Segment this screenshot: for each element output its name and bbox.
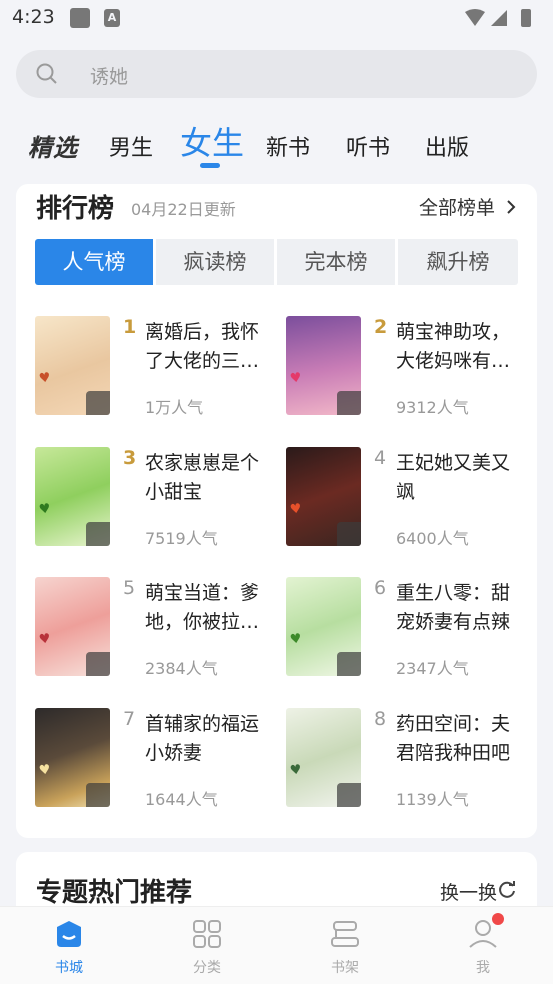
book-cover: ♥: [35, 447, 110, 546]
tab-new-books[interactable]: 新书: [266, 130, 310, 162]
bottom-navigation: 书城 分类 书架 我: [0, 906, 553, 984]
tab-male[interactable]: 男生: [109, 130, 153, 162]
nav-profile-label: 我: [476, 960, 490, 976]
nav-category-label: 分类: [193, 960, 221, 976]
refresh-label: 换一换: [439, 882, 497, 904]
ranking-segments: 人气榜 疯读榜 完本榜 飙升榜: [35, 239, 518, 285]
book-item[interactable]: ♥ 7 首辅家的福运小娇妻 1644人气: [35, 708, 275, 813]
book-title: 萌宝神助攻，大佬妈咪有…: [396, 321, 511, 372]
headphones-icon: [86, 391, 110, 415]
segment-completed[interactable]: 完本榜: [277, 239, 395, 285]
search-placeholder: 诱她: [90, 66, 129, 88]
bookshelf-icon: [331, 921, 359, 947]
book-popularity: 9312人气: [396, 398, 469, 417]
book-item[interactable]: ♥ 1 离婚后，我怀了大佬的三… 1万人气: [35, 316, 275, 421]
rank-number: 3: [123, 447, 137, 469]
book-popularity: 6400人气: [396, 529, 469, 548]
book-title: 萌宝当道：爹地，你被拉…: [145, 582, 260, 633]
grid-icon: [193, 920, 221, 948]
rank-number: 6: [374, 577, 387, 599]
book-title: 首辅家的福运小娇妻: [145, 713, 260, 764]
tab-featured[interactable]: 精选: [28, 128, 78, 163]
book-cover: ♥: [35, 316, 110, 415]
book-cover: ♥: [286, 316, 361, 415]
book-cover: ♥: [286, 708, 361, 807]
ranking-card: 排行榜 04月22日更新 全部榜单 人气榜 疯读榜 完本榜 飙升榜 ♥ 1 离婚…: [16, 184, 537, 838]
nav-bookstore-label: 书城: [55, 960, 83, 976]
refresh-icon: [499, 881, 515, 898]
book-title: 农家崽崽是个小甜宝: [145, 452, 260, 503]
notification-badge: [492, 913, 504, 925]
book-item[interactable]: ♥ 5 萌宝当道：爹地，你被拉… 2384人气: [35, 577, 275, 682]
tab-audiobooks[interactable]: 听书: [346, 130, 390, 162]
book-cover: ♥: [35, 708, 110, 807]
system-status-icons: [465, 9, 531, 27]
refresh-button[interactable]: 换一换: [440, 878, 497, 905]
search-icon: [36, 63, 57, 84]
category-tabs: 精选 男生 女生 新书 听书 出版: [0, 112, 553, 172]
active-tab-indicator: [200, 163, 220, 168]
rank-number: 2: [374, 316, 388, 338]
book-popularity: 2384人气: [145, 659, 218, 678]
tab-female[interactable]: 女生: [180, 118, 244, 164]
tab-publishing[interactable]: 出版: [425, 130, 469, 162]
book-item[interactable]: ♥ 2 萌宝神助攻，大佬妈咪有… 9312人气: [286, 316, 526, 421]
status-bar: 4:23 A: [0, 0, 553, 36]
book-title: 王妃她又美又飒: [396, 452, 511, 503]
book-title: 离婚后，我怀了大佬的三…: [145, 321, 260, 372]
book-popularity: 1万人气: [145, 398, 204, 417]
nav-bookshelf[interactable]: 书架: [276, 907, 414, 984]
topic-title: 专题热门推荐: [36, 878, 193, 908]
headphones-icon: [86, 652, 110, 676]
app-notification-icon: A: [104, 9, 120, 27]
nav-profile[interactable]: 我: [414, 907, 552, 984]
rank-number: 5: [123, 577, 136, 599]
ranking-title: 排行榜: [36, 194, 115, 224]
search-input[interactable]: 诱她: [16, 50, 537, 98]
rank-number: 7: [123, 708, 136, 730]
book-item[interactable]: ♥ 3 农家崽崽是个小甜宝 7519人气: [35, 447, 275, 552]
nav-bookshelf-label: 书架: [331, 960, 359, 976]
rank-number: 4: [374, 447, 387, 469]
nav-category[interactable]: 分类: [138, 907, 276, 984]
ranking-update-date: 04月22日更新: [131, 200, 236, 219]
segment-popular[interactable]: 人气榜: [35, 239, 153, 285]
book-popularity: 1139人气: [396, 790, 469, 809]
notification-icon: [70, 8, 90, 28]
book-popularity: 7519人气: [145, 529, 218, 548]
segment-hot-reads[interactable]: 疯读榜: [156, 239, 274, 285]
headphones-icon: [86, 783, 110, 807]
bookstore-icon: [57, 921, 81, 947]
headphones-icon: [337, 522, 361, 546]
book-cover: ♥: [286, 447, 361, 546]
headphones-icon: [337, 783, 361, 807]
segment-rising[interactable]: 飙升榜: [398, 239, 518, 285]
book-title: 重生八零：甜宠娇妻有点辣: [396, 582, 511, 633]
all-rankings-link[interactable]: 全部榜单: [419, 193, 517, 220]
book-item[interactable]: ♥ 4 王妃她又美又飒 6400人气: [286, 447, 526, 552]
headphones-icon: [86, 522, 110, 546]
book-popularity: 2347人气: [396, 659, 469, 678]
chevron-right-icon: [507, 200, 516, 214]
book-title: 药田空间：夫君陪我种田吧: [396, 713, 511, 764]
book-cover: ♥: [35, 577, 110, 676]
book-item[interactable]: ♥ 8 药田空间：夫君陪我种田吧 1139人气: [286, 708, 526, 813]
rank-number: 8: [374, 708, 387, 730]
headphones-icon: [337, 652, 361, 676]
book-cover: ♥: [286, 577, 361, 676]
rank-number: 1: [123, 316, 137, 338]
headphones-icon: [337, 391, 361, 415]
book-item[interactable]: ♥ 6 重生八零：甜宠娇妻有点辣 2347人气: [286, 577, 526, 682]
all-rankings-label: 全部榜单: [418, 197, 495, 219]
book-popularity: 1644人气: [145, 790, 218, 809]
status-time: 4:23: [12, 6, 55, 28]
nav-bookstore[interactable]: 书城: [0, 907, 138, 984]
